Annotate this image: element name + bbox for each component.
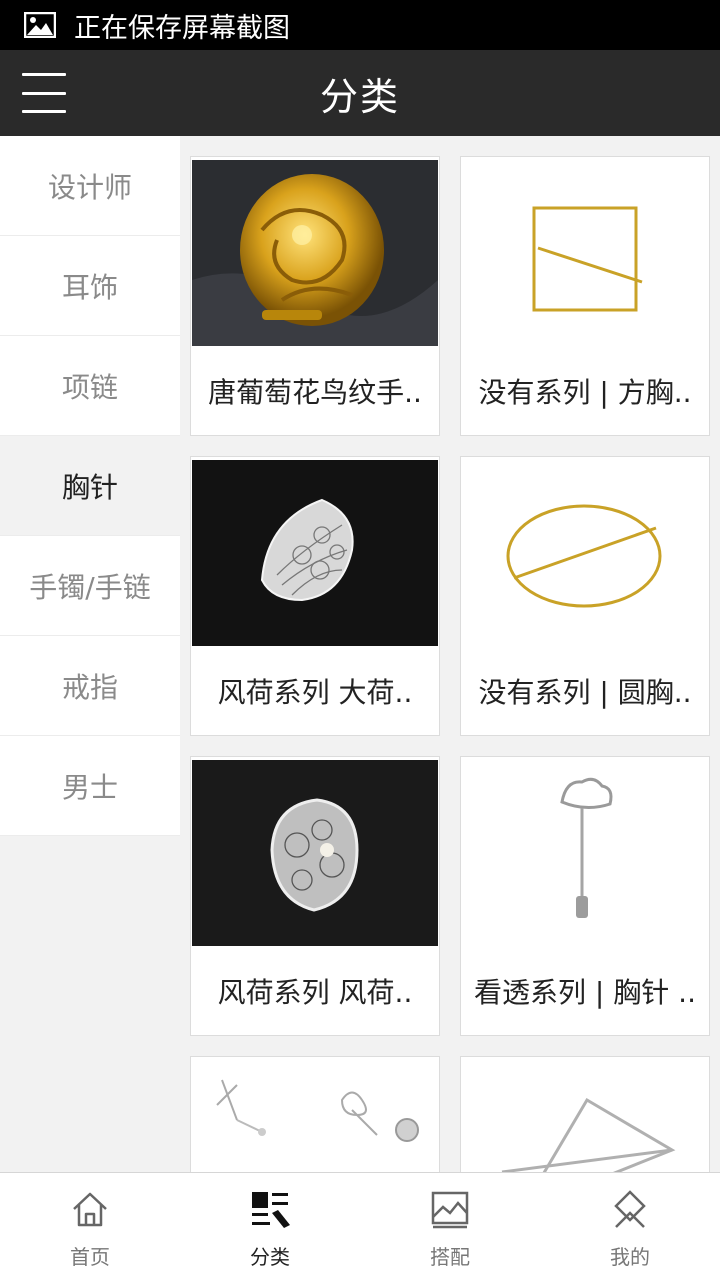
- product-name: 风荷系列 大荷..: [217, 676, 413, 709]
- sidebar-item-label: 耳饰: [61, 270, 118, 304]
- product-card[interactable]: [460, 1056, 710, 1172]
- tab-match[interactable]: 搭配: [360, 1173, 540, 1280]
- product-card[interactable]: 看透系列 | 胸针 ..: [460, 756, 710, 1036]
- tab-mine[interactable]: 我的: [540, 1173, 720, 1280]
- gold-filigree-ball-photo: [192, 160, 438, 346]
- tab-label: 首页: [70, 1245, 110, 1269]
- sidebar-item-label: 设计师: [47, 170, 132, 204]
- sidebar-item-bracelets[interactable]: 手镯/手链: [0, 536, 180, 636]
- app-bar: 分类: [0, 50, 720, 136]
- tab-category[interactable]: 分类: [180, 1173, 360, 1280]
- bottom-tab-bar: 首页 分类 搭配 我的: [0, 1172, 720, 1280]
- category-icon: [248, 1187, 292, 1231]
- category-sidebar: 设计师 耳饰 项链 胸针 手镯/手链 戒指 男士: [0, 136, 180, 1172]
- picture-frame-icon: [428, 1187, 472, 1231]
- product-card[interactable]: 唐葡萄花鸟纹手..: [190, 156, 440, 436]
- sidebar-item-earrings[interactable]: 耳饰: [0, 236, 180, 336]
- sidebar-item-label: 手镯/手链: [29, 570, 151, 604]
- product-card[interactable]: 没有系列 | 方胸..: [460, 156, 710, 436]
- product-card[interactable]: 没有系列 | 圆胸..: [460, 456, 710, 736]
- tab-label: 我的: [610, 1245, 650, 1269]
- user-diamond-icon: [608, 1187, 652, 1231]
- sidebar-item-label: 戒指: [61, 670, 118, 704]
- sidebar-item-rings[interactable]: 戒指: [0, 636, 180, 736]
- gold-circle-brooch-photo: [462, 460, 708, 646]
- product-name: 唐葡萄花鸟纹手..: [208, 376, 422, 409]
- product-card[interactable]: [190, 1056, 440, 1172]
- status-bar: 正在保存屏幕截图: [0, 0, 720, 50]
- sidebar-item-label: 项链: [61, 370, 118, 404]
- tab-label: 搭配: [430, 1245, 470, 1269]
- sidebar-item-necklaces[interactable]: 项链: [0, 336, 180, 436]
- product-card[interactable]: 风荷系列 大荷..: [190, 456, 440, 736]
- sidebar-item-men[interactable]: 男士: [0, 736, 180, 836]
- product-name: 没有系列 | 方胸..: [478, 376, 692, 409]
- tab-home[interactable]: 首页: [0, 1173, 180, 1280]
- image-icon: [24, 12, 58, 38]
- product-card[interactable]: 风荷系列 风荷..: [190, 756, 440, 1036]
- silver-triangle-brooch-photo: [462, 1060, 708, 1172]
- product-name: 看透系列 | 胸针 ..: [474, 976, 696, 1009]
- gold-square-brooch-photo: [462, 160, 708, 346]
- silver-cloud-stick-pin-photo: [462, 760, 708, 946]
- product-name: 风荷系列 风荷..: [217, 976, 413, 1009]
- hamburger-menu-icon[interactable]: [22, 73, 66, 113]
- status-text: 正在保存屏幕截图: [74, 12, 290, 44]
- silver-pin-set-photo: [192, 1060, 438, 1172]
- silver-lotus-pearl-brooch-photo: [192, 760, 438, 946]
- tab-label: 分类: [250, 1245, 290, 1269]
- home-icon: [68, 1187, 112, 1231]
- sidebar-item-label: 胸针: [61, 470, 118, 504]
- silver-lotus-leaf-brooch-photo: [192, 460, 438, 646]
- product-name: 没有系列 | 圆胸..: [478, 676, 692, 709]
- product-grid: 唐葡萄花鸟纹手.. 没有系列 | 方胸.. 风荷系列 大荷.. 没有系列 | 圆…: [180, 136, 720, 1172]
- sidebar-item-brooches[interactable]: 胸针: [0, 436, 180, 536]
- sidebar-item-designer[interactable]: 设计师: [0, 136, 180, 236]
- page-title: 分类: [319, 74, 400, 119]
- sidebar-item-label: 男士: [61, 770, 118, 804]
